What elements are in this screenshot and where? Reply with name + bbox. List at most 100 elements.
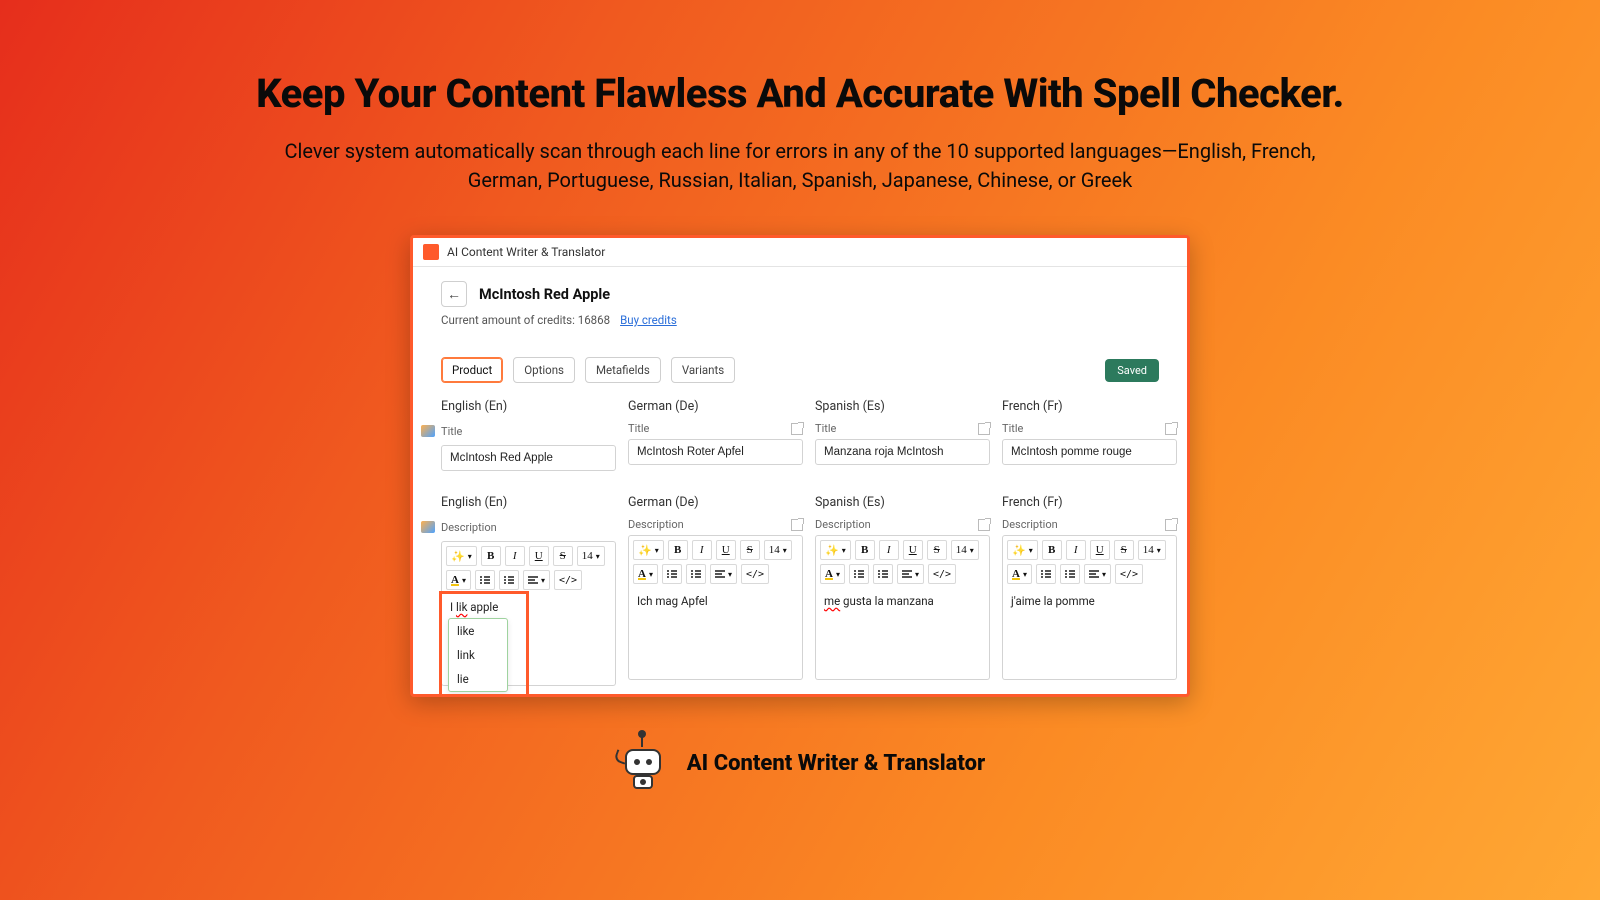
underline-button[interactable]: U	[716, 540, 736, 560]
textcolor-button[interactable]: A▾	[446, 570, 471, 590]
title-input-fr[interactable]	[1002, 439, 1177, 465]
code-button[interactable]: </>	[928, 564, 956, 584]
tab-variants[interactable]: Variants	[671, 357, 735, 383]
fontsize-select[interactable]: 14▾	[764, 540, 792, 560]
tab-product[interactable]: Product	[441, 357, 503, 383]
editor-toolbar: ✨▾ B I U S 14▾ A▾ ▾ </>	[628, 535, 803, 588]
copy-icon[interactable]	[978, 423, 990, 435]
spell-suggestion[interactable]: link	[449, 643, 507, 667]
copy-icon[interactable]	[791, 519, 803, 531]
hero: Keep Your Content Flawless And Accurate …	[0, 0, 1600, 195]
brand-text: AI Content Writer & Translator	[687, 751, 985, 776]
italic-button[interactable]: I	[1066, 540, 1086, 560]
bold-button[interactable]: B	[1042, 540, 1062, 560]
italic-button[interactable]: I	[692, 540, 712, 560]
bold-button[interactable]: B	[481, 546, 501, 566]
underline-button[interactable]: U	[529, 546, 549, 566]
status-badge: Saved	[1105, 359, 1159, 382]
lang-label: French (Fr)	[1002, 399, 1177, 414]
tabs: Product Options Metafields Variants Save…	[413, 327, 1187, 383]
footer-brand: AI Content Writer & Translator	[0, 733, 1600, 793]
align-button[interactable]: ▾	[1084, 564, 1111, 584]
desc-editor-fr[interactable]: j'aime la pomme	[1002, 588, 1177, 680]
ol-button[interactable]	[686, 564, 706, 584]
column-es: Spanish (Es) Title	[815, 399, 990, 471]
italic-button[interactable]: I	[505, 546, 525, 566]
title-input-de[interactable]	[628, 439, 803, 465]
ul-button[interactable]	[1036, 564, 1056, 584]
ol-button[interactable]	[873, 564, 893, 584]
title-label: Title	[1002, 422, 1023, 435]
textcolor-button[interactable]: A▾	[1007, 564, 1032, 584]
hero-subtitle: Clever system automatically scan through…	[250, 137, 1350, 195]
ul-button[interactable]	[849, 564, 869, 584]
bold-button[interactable]: B	[855, 540, 875, 560]
spell-error-word[interactable]: lik	[456, 600, 467, 614]
desc-label: Description	[441, 521, 497, 534]
magic-button[interactable]: ✨▾	[446, 546, 477, 566]
title-input-es[interactable]	[815, 439, 990, 465]
app-panel: AI Content Writer & Translator ← McIntos…	[410, 235, 1190, 697]
align-button[interactable]: ▾	[523, 570, 550, 590]
magic-button[interactable]: ✨▾	[820, 540, 851, 560]
copy-icon[interactable]	[1165, 519, 1177, 531]
code-button[interactable]: </>	[1115, 564, 1143, 584]
ol-button[interactable]	[499, 570, 519, 590]
strike-button[interactable]: S	[740, 540, 760, 560]
editor-toolbar: ✨▾ B I U S 14▾ A▾ ▾ </>	[441, 541, 616, 594]
fontsize-select[interactable]: 14▾	[951, 540, 979, 560]
title-label: Title	[441, 425, 462, 438]
italic-button[interactable]: I	[879, 540, 899, 560]
hero-title: Keep Your Content Flawless And Accurate …	[120, 70, 1480, 117]
underline-button[interactable]: U	[1090, 540, 1110, 560]
fontsize-select[interactable]: 14▾	[1138, 540, 1166, 560]
lang-label: Spanish (Es)	[815, 495, 990, 510]
buy-credits-link[interactable]: Buy credits	[620, 313, 677, 327]
textcolor-button[interactable]: A▾	[633, 564, 658, 584]
magic-button[interactable]: ✨▾	[1007, 540, 1038, 560]
window-titlebar: AI Content Writer & Translator	[413, 238, 1187, 267]
copy-icon[interactable]	[791, 423, 803, 435]
title-label: Title	[628, 422, 649, 435]
copy-icon[interactable]	[978, 519, 990, 531]
spell-suggestion[interactable]: like	[449, 619, 507, 643]
align-button[interactable]: ▾	[710, 564, 737, 584]
breadcrumb: McIntosh Red Apple	[479, 286, 610, 303]
desc-label: Description	[815, 518, 871, 531]
title-input-en[interactable]	[441, 445, 616, 471]
lang-label: French (Fr)	[1002, 495, 1177, 510]
ul-button[interactable]	[662, 564, 682, 584]
underline-button[interactable]: U	[903, 540, 923, 560]
desc-label: Description	[628, 518, 684, 531]
desc-label: Description	[1002, 518, 1058, 531]
tab-metafields[interactable]: Metafields	[585, 357, 661, 383]
editor-toolbar: ✨▾ B I U S 14▾ A▾ ▾ </>	[815, 535, 990, 588]
lang-label: English (En)	[441, 495, 616, 510]
desc-editor-de[interactable]: Ich mag Apfel	[628, 588, 803, 680]
align-button[interactable]: ▾	[897, 564, 924, 584]
tab-options[interactable]: Options	[513, 357, 575, 383]
translate-icon	[421, 521, 435, 533]
lang-label: Spanish (Es)	[815, 399, 990, 414]
strike-button[interactable]: S	[553, 546, 573, 566]
strike-button[interactable]: S	[1114, 540, 1134, 560]
lang-label: German (De)	[628, 399, 803, 414]
textcolor-button[interactable]: A▾	[820, 564, 845, 584]
code-button[interactable]: </>	[554, 570, 582, 590]
spell-suggestions-popup: like link lie	[448, 618, 508, 692]
code-button[interactable]: </>	[741, 564, 769, 584]
fontsize-select[interactable]: 14▾	[577, 546, 605, 566]
desc-editor-es[interactable]: me gusta la manzana	[815, 588, 990, 680]
lang-label: German (De)	[628, 495, 803, 510]
back-button[interactable]: ←	[441, 281, 467, 307]
magic-button[interactable]: ✨▾	[633, 540, 664, 560]
bold-button[interactable]: B	[668, 540, 688, 560]
desc-editor-en[interactable]: I lik apple like link lie	[441, 594, 616, 686]
credits-row: Current amount of credits: 16868 Buy cre…	[413, 307, 1187, 327]
spell-error-word[interactable]: me	[824, 594, 840, 608]
ol-button[interactable]	[1060, 564, 1080, 584]
strike-button[interactable]: S	[927, 540, 947, 560]
spell-suggestion[interactable]: lie	[449, 667, 507, 691]
ul-button[interactable]	[475, 570, 495, 590]
copy-icon[interactable]	[1165, 423, 1177, 435]
